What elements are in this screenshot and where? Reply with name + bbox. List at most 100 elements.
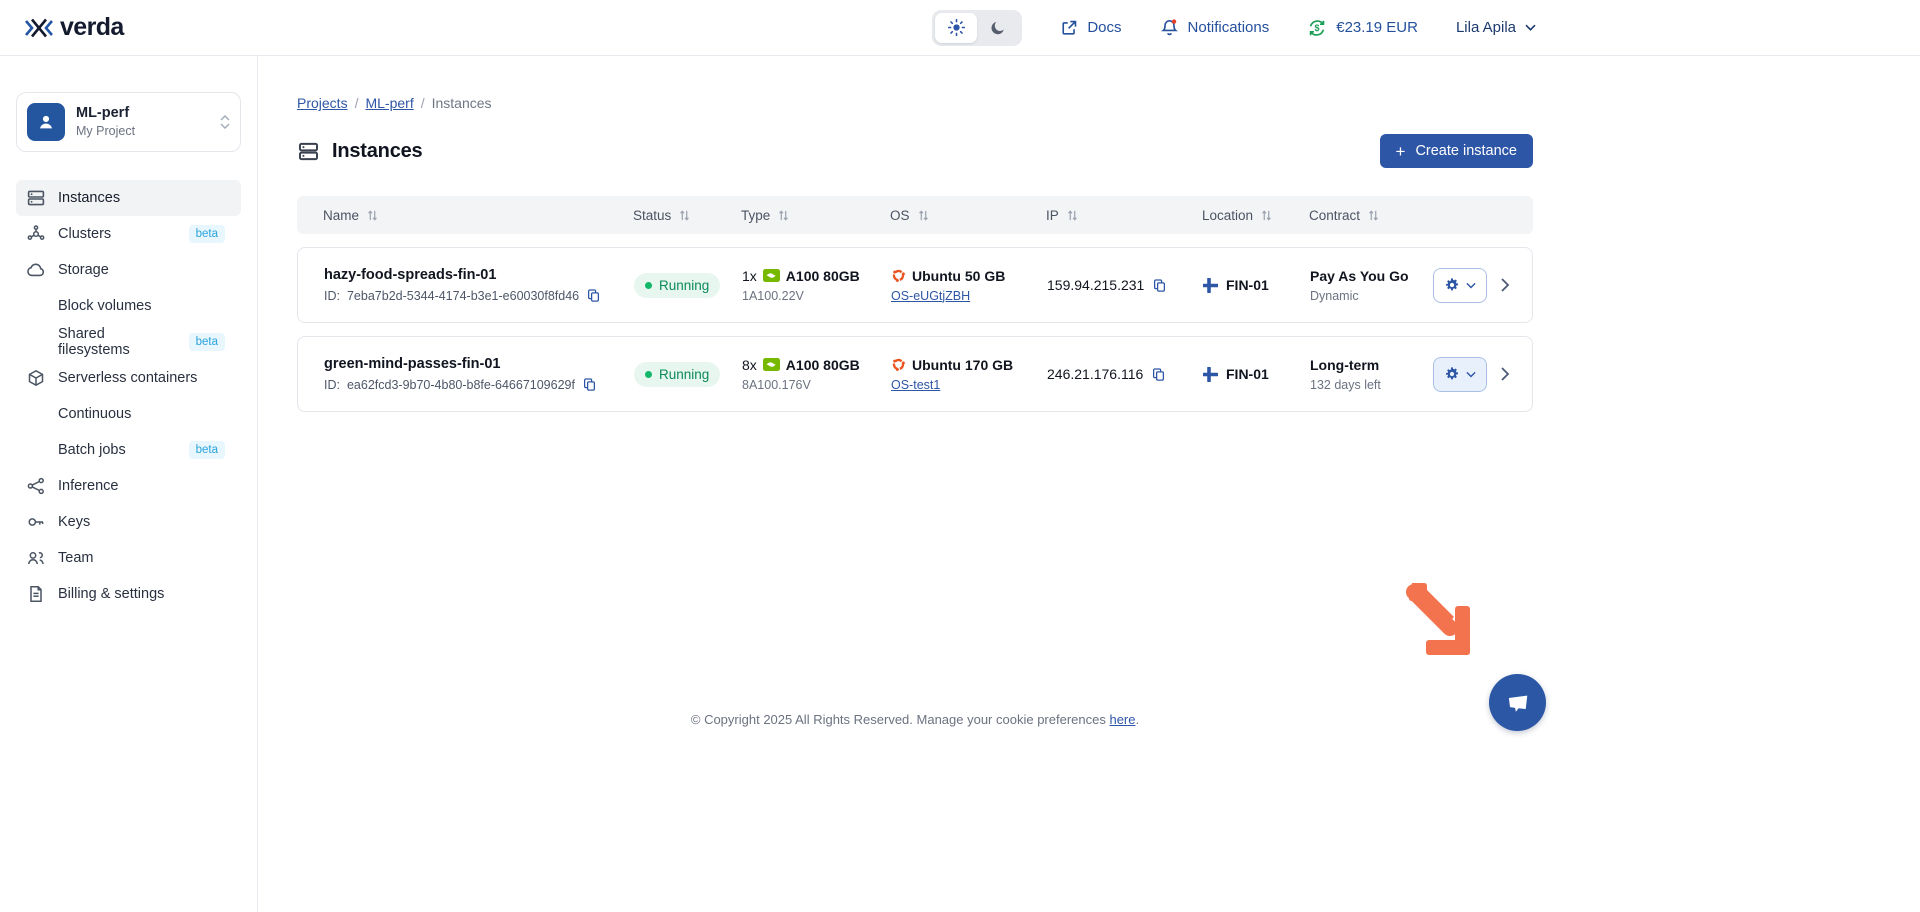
sidebar-item-serverless-containers[interactable]: Serverless containers bbox=[16, 360, 241, 396]
instance-row[interactable]: hazy-food-spreads-fin-01 ID: 7eba7b2d-53… bbox=[297, 247, 1533, 323]
breadcrumb-current: Instances bbox=[432, 95, 492, 111]
sidebar-item-label: Shared filesystems bbox=[58, 326, 177, 358]
os-image-link[interactable]: OS-test1 bbox=[891, 378, 940, 392]
invoice-icon bbox=[26, 584, 46, 604]
theme-dark-button[interactable] bbox=[977, 13, 1019, 43]
sort-icon bbox=[777, 209, 790, 222]
table-header: Name Status Type OS bbox=[297, 196, 1533, 234]
brand-name: verda bbox=[60, 13, 124, 42]
sidebar-item-label: Storage bbox=[58, 262, 109, 278]
project-selector[interactable]: ML-perf My Project bbox=[16, 92, 241, 152]
docs-label: Docs bbox=[1087, 19, 1121, 36]
external-link-icon bbox=[1060, 19, 1078, 37]
sort-icon bbox=[917, 209, 930, 222]
column-header-contract[interactable]: Contract bbox=[1289, 208, 1416, 223]
sidebar-item-inference[interactable]: Inference bbox=[16, 468, 241, 504]
chevron-down-icon bbox=[1525, 24, 1536, 31]
instance-settings-dropdown[interactable] bbox=[1433, 268, 1487, 303]
team-icon bbox=[26, 548, 46, 568]
sidebar-item-batch-jobs[interactable]: Batch jobs beta bbox=[16, 432, 241, 468]
plus-icon: + bbox=[1396, 143, 1406, 160]
copy-icon[interactable] bbox=[1152, 278, 1167, 293]
sidebar-item-label: Inference bbox=[58, 478, 118, 494]
sidebar-item-continuous[interactable]: Continuous bbox=[16, 396, 241, 432]
gear-icon bbox=[1444, 366, 1460, 382]
sidebar-item-label: Clusters bbox=[58, 226, 111, 242]
sidebar-item-clusters[interactable]: Clusters beta bbox=[16, 216, 241, 252]
copy-icon[interactable] bbox=[1151, 367, 1166, 382]
cookie-preferences-link[interactable]: here bbox=[1109, 712, 1135, 727]
user-menu[interactable]: Lila Apila bbox=[1456, 19, 1536, 36]
sidebar-item-label: Serverless containers bbox=[58, 370, 197, 386]
copy-icon[interactable] bbox=[586, 288, 601, 303]
verda-logo-icon bbox=[24, 17, 54, 39]
column-header-status[interactable]: Status bbox=[613, 208, 721, 223]
docs-link[interactable]: Docs bbox=[1060, 19, 1121, 37]
gpu-model: A100 80GB bbox=[786, 357, 860, 373]
sidebar-item-block-volumes[interactable]: Block volumes bbox=[16, 288, 241, 324]
sidebar-item-shared-filesystems[interactable]: Shared filesystems beta bbox=[16, 324, 241, 360]
breadcrumb: Projects / ML-perf / Instances bbox=[297, 95, 1533, 111]
column-header-location[interactable]: Location bbox=[1182, 208, 1289, 223]
breadcrumb-separator: / bbox=[355, 95, 359, 111]
instance-location: FIN-01 bbox=[1226, 366, 1269, 382]
sidebar-item-instances[interactable]: Instances bbox=[16, 180, 241, 216]
beta-badge: beta bbox=[189, 441, 225, 460]
instance-settings-dropdown[interactable] bbox=[1433, 357, 1487, 392]
theme-toggle[interactable] bbox=[932, 10, 1022, 46]
breadcrumb-projects[interactable]: Projects bbox=[297, 95, 348, 111]
cloud-icon bbox=[26, 260, 46, 280]
status-dot-icon bbox=[645, 282, 652, 289]
instance-row[interactable]: green-mind-passes-fin-01 ID: ea62fcd3-9b… bbox=[297, 336, 1533, 412]
column-header-ip[interactable]: IP bbox=[1026, 208, 1182, 223]
copy-icon[interactable] bbox=[582, 377, 597, 392]
sort-icon bbox=[678, 209, 691, 222]
instance-name: hazy-food-spreads-fin-01 bbox=[324, 267, 614, 283]
column-header-type[interactable]: Type bbox=[721, 208, 870, 223]
notifications-label: Notifications bbox=[1188, 19, 1270, 36]
notifications-button[interactable]: Notifications bbox=[1160, 18, 1270, 37]
sidebar-item-team[interactable]: Team bbox=[16, 540, 241, 576]
sidebar-item-storage[interactable]: Storage bbox=[16, 252, 241, 288]
project-type: My Project bbox=[76, 124, 135, 140]
create-instance-button[interactable]: + Create instance bbox=[1380, 134, 1534, 168]
breadcrumb-project[interactable]: ML-perf bbox=[365, 95, 413, 111]
instance-id: ea62fcd3-9b70-4b80-b8fe-64667109629f bbox=[347, 378, 575, 392]
cube-icon bbox=[26, 368, 46, 388]
chevron-down-icon bbox=[220, 123, 230, 129]
row-chevron-right-icon[interactable] bbox=[1500, 277, 1510, 293]
person-icon bbox=[35, 111, 57, 133]
nvidia-icon bbox=[763, 358, 780, 371]
os-image-link[interactable]: OS-eUGtjZBH bbox=[891, 289, 970, 303]
brand-logo[interactable]: verda bbox=[24, 13, 124, 42]
chat-widget-button[interactable] bbox=[1489, 674, 1546, 731]
column-header-name[interactable]: Name bbox=[297, 208, 613, 223]
instance-location: FIN-01 bbox=[1226, 277, 1269, 293]
sidebar-item-label: Instances bbox=[58, 190, 120, 206]
instance-ip: 159.94.215.231 bbox=[1047, 277, 1144, 293]
balance-button[interactable]: $ €23.19 EUR bbox=[1307, 18, 1418, 38]
sidebar-item-label: Billing & settings bbox=[58, 586, 164, 602]
finland-cross-icon bbox=[1203, 278, 1218, 293]
status-dot-icon bbox=[645, 371, 652, 378]
os-name: Ubuntu 50 GB bbox=[912, 268, 1005, 284]
contract-type: Long-term bbox=[1310, 357, 1417, 373]
ubuntu-icon bbox=[891, 268, 906, 283]
row-chevron-right-icon[interactable] bbox=[1500, 366, 1510, 382]
contract-sub: Dynamic bbox=[1310, 289, 1417, 303]
sidebar-item-billing-settings[interactable]: Billing & settings bbox=[16, 576, 241, 612]
page-title: Instances bbox=[332, 140, 422, 163]
annotation-arrow-icon bbox=[1402, 580, 1482, 665]
sidebar-item-keys[interactable]: Keys bbox=[16, 504, 241, 540]
ubuntu-icon bbox=[891, 357, 906, 372]
column-header-os[interactable]: OS bbox=[870, 208, 1026, 223]
moon-icon bbox=[989, 19, 1007, 37]
beta-badge: beta bbox=[189, 333, 225, 352]
currency-refresh-icon: $ bbox=[1307, 18, 1327, 38]
user-name: Lila Apila bbox=[1456, 19, 1516, 36]
theme-light-button[interactable] bbox=[935, 13, 977, 43]
project-selector-chevrons bbox=[220, 115, 230, 129]
instance-type-code: 1A100.22V bbox=[742, 289, 871, 303]
chevron-up-icon bbox=[220, 115, 230, 121]
sidebar: ML-perf My Project Instances bbox=[0, 56, 258, 912]
